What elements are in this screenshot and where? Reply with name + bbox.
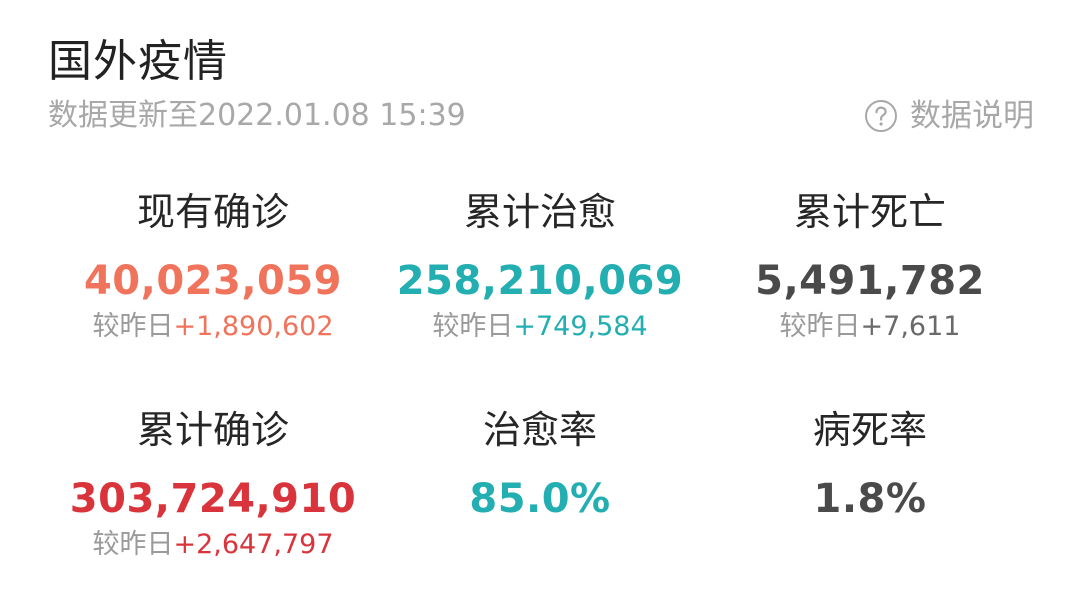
stat-value: 1.8% xyxy=(813,476,927,522)
stat-fatality-rate: 病死率 1.8% xyxy=(705,408,1035,524)
stat-total-deaths: 累计死亡 5,491,782 较昨日+7,611 xyxy=(705,190,1035,344)
stat-delta: 较昨日+7,611 xyxy=(705,310,1035,344)
delta-prefix: 较昨日 xyxy=(92,529,174,560)
stat-total-confirmed: 累计确诊 303,724,910 较昨日+2,647,797 xyxy=(48,408,378,562)
stat-value: 5,491,782 xyxy=(755,258,985,304)
stat-value: 303,724,910 xyxy=(69,476,357,522)
stat-delta: 较昨日+2,647,797 xyxy=(48,528,378,562)
delta-value: +7,611 xyxy=(860,311,961,342)
stat-label: 累计治愈 xyxy=(463,190,616,234)
stat-label: 累计死亡 xyxy=(793,190,946,234)
data-explain-link[interactable]: 数据说明 xyxy=(864,96,1034,136)
stat-recovery-rate: 治愈率 85.0% xyxy=(375,408,705,524)
stat-delta: 较昨日+1,890,602 xyxy=(48,310,378,344)
stat-delta: 较昨日+749,584 xyxy=(375,310,705,344)
stat-label: 病死率 xyxy=(812,408,927,452)
stat-value: 258,210,069 xyxy=(396,258,684,304)
stat-total-recovered: 累计治愈 258,210,069 较昨日+749,584 xyxy=(375,190,705,344)
delta-value: +749,584 xyxy=(513,311,648,342)
delta-prefix: 较昨日 xyxy=(779,311,861,342)
subheader: 数据更新至2022.01.08 15:39 数据说明 xyxy=(48,96,1038,136)
page-title: 国外疫情 xyxy=(48,36,228,87)
stat-label: 累计确诊 xyxy=(136,408,289,452)
stat-value: 40,023,059 xyxy=(83,258,343,304)
delta-prefix: 较昨日 xyxy=(92,311,174,342)
data-explain-label: 数据说明 xyxy=(910,98,1034,134)
delta-value: +1,890,602 xyxy=(173,311,334,342)
delta-prefix: 较昨日 xyxy=(432,311,514,342)
stat-value: 85.0% xyxy=(469,476,611,522)
stat-current-confirmed: 现有确诊 40,023,059 较昨日+1,890,602 xyxy=(48,190,378,344)
stat-label: 现有确诊 xyxy=(136,190,289,234)
question-circle-icon xyxy=(865,100,897,132)
stat-label: 治愈率 xyxy=(482,408,597,452)
update-time: 数据更新至2022.01.08 15:39 xyxy=(48,98,466,133)
delta-value: +2,647,797 xyxy=(173,529,334,560)
